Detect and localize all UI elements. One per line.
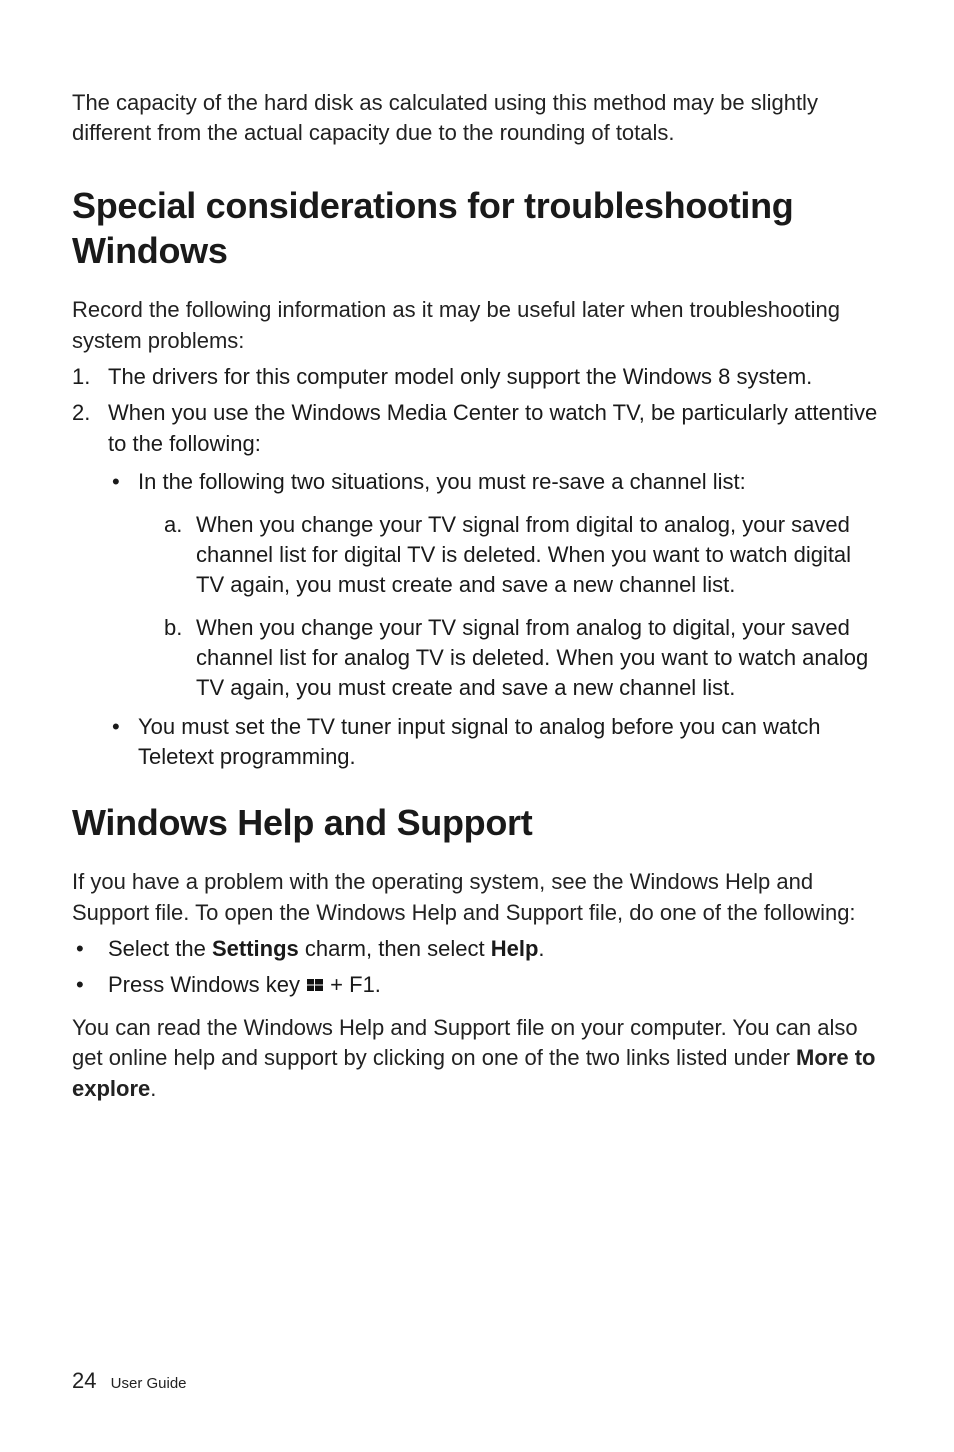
section1-lead: Record the following information as it m…: [72, 295, 882, 356]
bullet1-settings-bold: Settings: [212, 936, 299, 961]
alpha-item-b: When you change your TV signal from anal…: [164, 613, 882, 704]
section2-lead: If you have a problem with the operating…: [72, 867, 882, 928]
bullet2-post: + F1.: [324, 972, 381, 997]
bullet-list-nested: In the following two situations, you mus…: [108, 467, 882, 772]
list-item-1: The drivers for this computer model only…: [72, 362, 882, 392]
bullet-item-teletext-text: You must set the TV tuner input signal t…: [138, 714, 820, 769]
alpha-item-a-text: When you change your TV signal from digi…: [196, 512, 851, 598]
footer-label: User Guide: [111, 1375, 187, 1392]
list-item-2: When you use the Windows Media Center to…: [72, 398, 882, 772]
alpha-list: When you change your TV signal from digi…: [164, 510, 882, 704]
help-support-bullet-list: Select the Settings charm, then select H…: [72, 934, 882, 1001]
bullet1-mid: charm, then select: [299, 936, 491, 961]
bullet-settings-charm: Select the Settings charm, then select H…: [72, 934, 882, 964]
closing-post: .: [150, 1076, 156, 1101]
windows-logo-icon: [307, 971, 323, 987]
intro-paragraph: The capacity of the hard disk as calcula…: [72, 88, 882, 147]
list-item-2-lead: When you use the Windows Media Center to…: [108, 400, 877, 455]
section-heading-troubleshooting: Special considerations for troubleshooti…: [72, 183, 882, 273]
bullet-item-resave: In the following two situations, you mus…: [108, 467, 882, 704]
closing-paragraph: You can read the Windows Help and Suppor…: [72, 1013, 882, 1104]
numbered-list: The drivers for this computer model only…: [72, 362, 882, 772]
bullet1-help-bold: Help: [491, 936, 539, 961]
closing-pre: You can read the Windows Help and Suppor…: [72, 1015, 858, 1070]
alpha-item-a: When you change your TV signal from digi…: [164, 510, 882, 601]
document-page: The capacity of the hard disk as calcula…: [0, 0, 954, 1104]
bullet-item-resave-text: In the following two situations, you mus…: [138, 469, 746, 494]
bullet1-post: .: [538, 936, 544, 961]
page-footer: 24 User Guide: [72, 1368, 187, 1394]
page-number: 24: [72, 1368, 96, 1393]
bullet1-pre: Select the: [108, 936, 212, 961]
list-item-1-text: The drivers for this computer model only…: [108, 364, 812, 389]
bullet-item-teletext: You must set the TV tuner input signal t…: [108, 712, 882, 773]
bullet-windows-key: Press Windows key + F1.: [72, 970, 882, 1000]
bullet2-pre: Press Windows key: [108, 972, 306, 997]
section-heading-help-support: Windows Help and Support: [72, 800, 882, 845]
alpha-item-b-text: When you change your TV signal from anal…: [196, 615, 868, 701]
